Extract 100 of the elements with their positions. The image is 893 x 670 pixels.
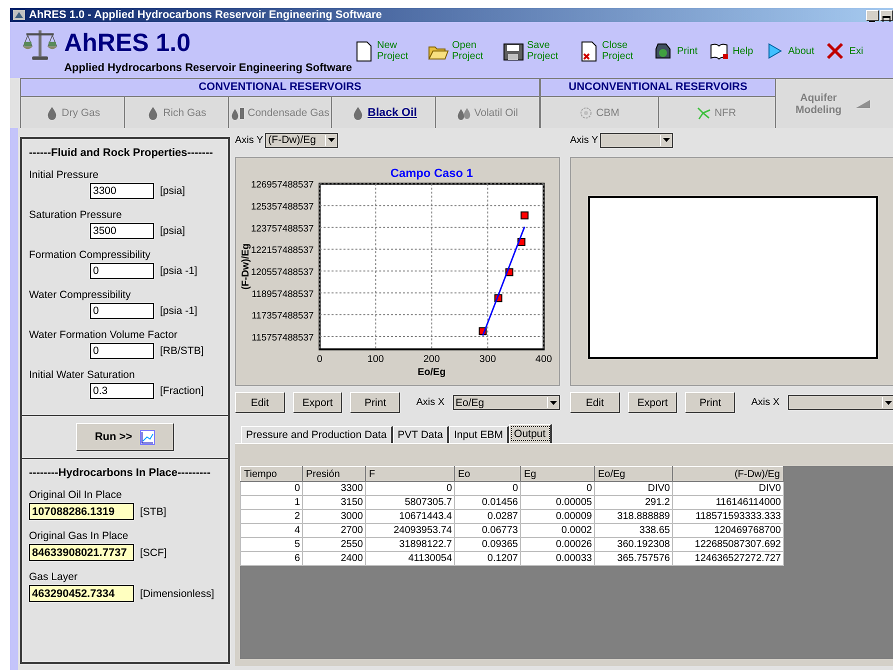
input-field[interactable]: 107088286.1319 — [29, 503, 134, 520]
dropdown[interactable] — [600, 132, 674, 148]
column-header[interactable]: Tiempo — [240, 466, 302, 482]
field-label: Original Gas In Place — [29, 530, 130, 542]
input-field[interactable]: 0 — [90, 263, 154, 279]
x-tick-label: 100 — [367, 354, 384, 366]
drops-icon — [457, 106, 472, 120]
input-field[interactable]: 0.3 — [90, 383, 154, 399]
maximize-button[interactable] — [880, 10, 893, 20]
group-title: ------Fluid and Rock Properties------- — [29, 147, 214, 159]
column-header[interactable]: F — [366, 466, 454, 482]
unit-label: [psia] — [160, 185, 186, 197]
column-header[interactable]: Eg — [520, 466, 594, 482]
table-cell: 0.00009 — [520, 510, 594, 524]
data-point — [520, 211, 529, 220]
chart-button[interactable]: Edit — [570, 392, 620, 413]
input-field[interactable]: 84633908021.7737 — [29, 544, 134, 561]
table-cell: 2 — [240, 510, 302, 524]
table-cell: 3000 — [302, 510, 366, 524]
unit-label: [RB/STB] — [160, 345, 204, 357]
table-cell: 0.0002 — [520, 524, 594, 538]
input-field[interactable]: 0 — [90, 343, 154, 359]
run-button[interactable]: Run >> — [76, 423, 174, 451]
table-cell: 338.65 — [594, 524, 672, 538]
field-label: Initial Water Saturation — [29, 369, 136, 381]
chart-button[interactable]: Print — [685, 392, 736, 413]
data-tab[interactable]: Pressure and Production Data — [241, 426, 393, 443]
unit-label: [Fraction] — [160, 385, 204, 397]
column-header[interactable]: Eo/Eg — [594, 466, 672, 482]
data-tab[interactable]: Output — [509, 424, 552, 443]
x-tick-label: 0 — [316, 354, 322, 366]
table-cell: 360.192308 — [594, 538, 672, 552]
column-header[interactable]: Eo — [454, 466, 520, 482]
y-tick-label: 117357488537 — [252, 310, 314, 321]
dropdown[interactable]: Eo/Eg — [452, 395, 560, 410]
input-field[interactable]: 3300 — [90, 183, 154, 199]
dropdown[interactable]: (F-Dw)/Eg — [265, 132, 338, 148]
input-field[interactable]: 3500 — [90, 223, 154, 239]
x-tick-label: 300 — [479, 354, 496, 366]
table-cell: 0 — [240, 482, 302, 496]
dropdown-arrow-icon — [663, 138, 670, 142]
chart-button[interactable]: Export — [628, 392, 678, 413]
y-axis-title: (F-Dw)/Eg — [240, 243, 252, 290]
table-cell: 0.0287 — [454, 510, 520, 524]
field-label: Original Oil In Place — [29, 489, 123, 501]
data-tab[interactable]: PVT Data — [392, 426, 449, 443]
table-cell: 10671443.4 — [366, 510, 454, 524]
table-cell: 31898122.7 — [366, 538, 454, 552]
chart-button[interactable]: Print — [350, 392, 400, 413]
field-label: Formation Compressibility — [29, 249, 152, 261]
y-tick-label: 126957488537 — [250, 178, 314, 190]
table-cell: 2400 — [302, 552, 366, 566]
field-label: Saturation Pressure — [29, 209, 123, 221]
dropdown-arrow-icon — [328, 138, 336, 142]
maximize-icon — [882, 16, 891, 22]
window-title: AhRES 1.0 - Applied Hydrocarbons Reservoir Engineering Software — [29, 9, 383, 21]
chart-button[interactable]: Export — [292, 392, 342, 413]
dropdown-arrow-icon — [884, 400, 892, 404]
table-cell: 5 — [240, 538, 302, 552]
y-tick-label: 122157488537 — [250, 244, 314, 256]
data-tab[interactable]: Input EBM — [449, 426, 510, 443]
drop-cylinder-icon — [230, 106, 245, 120]
x-axis-title: Eo/Eg — [418, 367, 446, 378]
table-cell: DIV0 — [672, 482, 784, 496]
field-label: Water Formation Volume Factor — [29, 329, 178, 341]
table-cell: 0.00026 — [520, 538, 594, 552]
table-cell: 24093953.74 — [366, 524, 454, 538]
group-title: --------Hydrocarbons In Place--------- — [29, 467, 212, 479]
app-subtitle: Applied Hydrocarbons Reservoir Engineering Software — [64, 62, 352, 74]
unit-label: [STB] — [140, 506, 166, 518]
y-tick-label: 123757488537 — [250, 222, 314, 234]
dropdown[interactable] — [788, 395, 893, 410]
column-header[interactable]: Presión — [302, 466, 366, 482]
table-cell: 41130054 — [366, 552, 454, 566]
axis-label: Axis Y — [235, 134, 264, 146]
table-cell: 0.1207 — [454, 552, 520, 566]
table-cell: 4 — [240, 524, 302, 538]
table-cell: 2550 — [302, 538, 366, 552]
table-cell: 0 — [366, 482, 454, 496]
axis-label: Axis X — [416, 397, 445, 408]
table-cell: 2700 — [302, 524, 366, 538]
table-cell: 0.00005 — [520, 496, 594, 510]
table-cell: 3150 — [302, 496, 366, 510]
fracture-icon — [697, 106, 712, 120]
x-tick-label: 200 — [423, 354, 440, 366]
column-header[interactable]: (F-Dw)/Eg — [672, 466, 784, 482]
unit-label: [SCF] — [140, 546, 167, 558]
table-cell: 5807305.7 — [366, 496, 454, 510]
table-cell: 124636527272.727 — [672, 552, 784, 566]
input-field[interactable]: 463290452.7334 — [29, 585, 134, 602]
table-cell: 116146114000 — [672, 496, 784, 510]
input-field[interactable]: 0 — [90, 303, 154, 319]
axis-label: Axis Y — [570, 134, 598, 146]
reservoir-tab[interactable]: Black Oil — [332, 97, 436, 128]
minimize-button[interactable] — [866, 10, 879, 20]
chart-button[interactable]: Edit — [235, 392, 285, 413]
table-cell: 0 — [520, 482, 594, 496]
y-tick-label: 125357488537 — [250, 200, 314, 212]
chart-title: Campo Caso 1 — [390, 166, 473, 180]
x-tick-label: 400 — [535, 354, 552, 366]
